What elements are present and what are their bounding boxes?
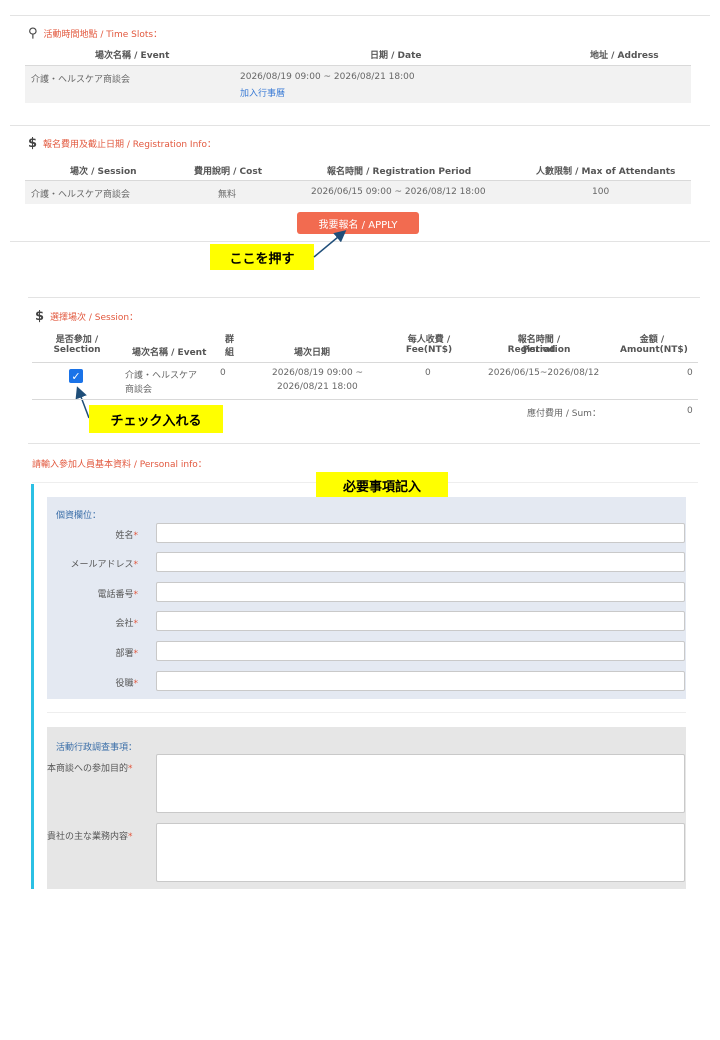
header-event: 場次名稱 / Event xyxy=(95,51,170,61)
divider-session xyxy=(28,297,700,298)
session-date-line2: 2026/08/21 18:00 xyxy=(277,382,358,392)
divider-survey xyxy=(47,712,686,713)
field-label-phone: 電話番号* xyxy=(50,587,138,600)
required-mark: * xyxy=(133,679,139,689)
time-slots-title: ⚲ 活動時間地點 / Time Slots： xyxy=(28,27,162,40)
dollar-icon: $ xyxy=(35,309,45,324)
email-input[interactable] xyxy=(156,552,685,572)
header-session-event: 場次名稱 / Event xyxy=(132,348,207,358)
session-date-line1: 2026/08/19 09:00 ~ xyxy=(272,368,364,378)
phone-input[interactable] xyxy=(156,582,685,602)
map-pin-icon: ⚲ xyxy=(28,26,38,41)
required-mark: * xyxy=(128,764,133,774)
session-selection-checkbox[interactable]: ✓ xyxy=(69,369,83,383)
session-row-bottom xyxy=(32,399,698,400)
header-selection-line2: Selection xyxy=(53,345,101,355)
required-mark: * xyxy=(128,832,133,842)
personal-section-title: 個資欄位： xyxy=(56,511,102,521)
required-mark: * xyxy=(133,590,139,600)
name-input[interactable] xyxy=(156,523,685,543)
personal-info-title: 請輸入參加人員基本資料 / Personal info： xyxy=(32,460,207,470)
header-session: 場次 / Session xyxy=(70,167,137,177)
survey-label-business-text: 貴社の主な業務内容 xyxy=(47,832,129,842)
callout-press-here: ここを押す xyxy=(210,244,314,270)
session-fee: 0 xyxy=(425,368,431,378)
header-fee-line1: 每人收費 / xyxy=(407,335,451,345)
field-label-name-text: 姓名 xyxy=(115,531,134,541)
field-label-department: 部署* xyxy=(50,646,138,659)
registration-info-title-text: 報名費用及截止日期 / Registration Info： xyxy=(43,140,216,150)
sum-label: 應付費用 / Sum： xyxy=(527,409,601,419)
session-select-title: $ 選擇場次 / Session： xyxy=(35,310,138,323)
field-label-position-text: 役職 xyxy=(115,679,134,689)
field-label-department-text: 部署 xyxy=(115,649,134,659)
time-slot-event: 介護・ヘルスケア商談会 xyxy=(31,75,131,85)
header-amount-line2: Amount(NT$) xyxy=(620,345,688,355)
business-textarea[interactable] xyxy=(156,823,685,882)
divider-after-apply xyxy=(10,241,710,242)
top-divider xyxy=(10,15,710,16)
time-slot-date: 2026/08/19 09:00 ~ 2026/08/21 18:00 xyxy=(240,72,415,82)
registration-period: 2026/06/15 09:00 ~ 2026/08/12 18:00 xyxy=(311,187,486,197)
header-session-date: 場次日期 xyxy=(294,348,331,358)
header-group-line1: 群 xyxy=(225,335,235,345)
sum-value: 0 xyxy=(687,406,693,416)
field-label-email: メールアドレス* xyxy=(50,557,138,570)
header-fee-line2: Fee(NT$) xyxy=(405,345,453,355)
form-accent-bar xyxy=(31,484,34,889)
department-input[interactable] xyxy=(156,641,685,661)
header-max-attendants: 人數限制 / Max of Attendants xyxy=(536,167,676,177)
registration-max: 100 xyxy=(592,187,610,197)
dollar-icon: $ xyxy=(28,136,38,151)
session-group: 0 xyxy=(220,368,226,378)
purpose-textarea[interactable] xyxy=(156,754,685,813)
apply-button[interactable]: 我要報名 / APPLY xyxy=(297,212,419,234)
registration-info-title: $ 報名費用及截止日期 / Registration Info： xyxy=(28,137,216,150)
field-label-company-text: 会社 xyxy=(115,619,134,629)
required-mark: * xyxy=(133,649,139,659)
header-selection-line1: 是否參加 / xyxy=(55,335,99,345)
callout-check-it: チェック入れる xyxy=(89,405,223,433)
header-period-line2: Period xyxy=(522,345,556,355)
field-label-phone-text: 電話番号 xyxy=(97,590,134,600)
add-to-calendar-link[interactable]: 加入行事曆 xyxy=(240,86,285,99)
arrow-to-apply xyxy=(313,230,347,258)
header-date: 日期 / Date xyxy=(370,51,422,61)
company-input[interactable] xyxy=(156,611,685,631)
header-group-line2: 組 xyxy=(225,348,235,358)
required-mark: * xyxy=(133,619,139,629)
header-amount-line1: 金額 / xyxy=(639,335,665,345)
session-select-title-text: 選擇場次 / Session： xyxy=(50,313,139,323)
position-input[interactable] xyxy=(156,671,685,691)
header-cost: 費用說明 / Cost xyxy=(194,167,263,177)
header-registration-period: 報名時間 / Registration Period xyxy=(327,167,472,177)
survey-label-purpose: 本商談への参加目的* xyxy=(47,761,133,774)
required-mark: * xyxy=(133,531,139,541)
header-address: 地址 / Address xyxy=(590,51,659,61)
divider-personal xyxy=(28,443,700,444)
field-label-position: 役職* xyxy=(50,676,138,689)
session-amount: 0 xyxy=(687,368,693,378)
field-label-name: 姓名* xyxy=(50,528,138,541)
session-period: 2026/06/15~2026/08/12 xyxy=(488,368,600,378)
divider-registration xyxy=(10,125,710,126)
arrow-to-checkbox xyxy=(75,386,90,419)
registration-cost: 無料 xyxy=(218,190,237,200)
session-row-top xyxy=(32,362,698,363)
field-label-company: 会社* xyxy=(50,616,138,629)
time-slots-title-text: 活動時間地點 / Time Slots： xyxy=(43,30,163,40)
session-event-line2: 商談会 xyxy=(125,385,153,395)
field-label-email-text: メールアドレス xyxy=(70,560,134,570)
survey-label-business: 貴社の主な業務内容* xyxy=(47,829,133,842)
required-mark: * xyxy=(133,560,139,570)
registration-session: 介護・ヘルスケア商談会 xyxy=(31,190,131,200)
session-event-line1: 介護・ヘルスケア xyxy=(125,371,198,381)
survey-label-purpose-text: 本商談への参加目的 xyxy=(47,764,129,774)
survey-section-title: 活動行政調查事項： xyxy=(56,743,138,753)
callout-fill-required: 必要事項記入 xyxy=(316,472,448,499)
